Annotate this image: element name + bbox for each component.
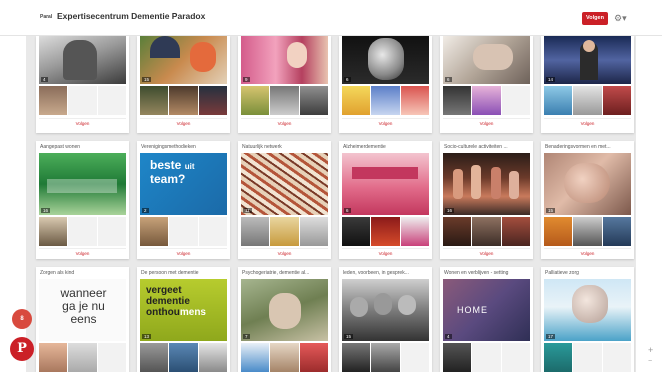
board-title[interactable]: Palliatieve zorg bbox=[545, 270, 631, 276]
board-follow-button[interactable]: Volgen bbox=[241, 248, 328, 257]
board-title[interactable]: Socio-culturele activiteiten ... bbox=[444, 144, 530, 150]
page-title[interactable]: Expertisecentrum Dementie Paradox bbox=[57, 11, 205, 21]
board-title[interactable]: De persoon met dementie bbox=[141, 270, 227, 276]
board-thumbnails[interactable] bbox=[342, 343, 429, 372]
board-card[interactable]: leden, voorbeen, in gesprek... 15 bbox=[339, 267, 432, 372]
board-follow-button[interactable]: Volgen bbox=[140, 248, 227, 257]
board-title[interactable]: leden, voorbeen, in gesprek... bbox=[343, 270, 429, 276]
board-cover-image[interactable]: 15 bbox=[342, 279, 429, 341]
cover-text: beste uit team? bbox=[150, 158, 195, 186]
board-cover-image[interactable]: 4 bbox=[39, 36, 126, 84]
board-card[interactable]: Benaderingsvormen en met... 15 Volgen bbox=[541, 141, 634, 259]
cover-text: HOME bbox=[457, 305, 488, 315]
board-thumbnails[interactable] bbox=[140, 86, 227, 115]
board-title[interactable]: Aangepast wonen bbox=[40, 144, 126, 150]
board-title[interactable]: Benaderingsvormen en met... bbox=[545, 144, 631, 150]
board-title[interactable]: Psychogeriatrie, dementie al... bbox=[242, 270, 328, 276]
board-title[interactable]: Wonen en verblijven - setting bbox=[444, 270, 530, 276]
board-thumbnails[interactable] bbox=[241, 343, 328, 372]
board-thumbnails[interactable] bbox=[544, 86, 631, 115]
board-card[interactable]: Psychogeriatrie, dementie al... 7 bbox=[238, 267, 331, 372]
board-card[interactable]: 6 Volgen bbox=[339, 36, 432, 133]
board-thumbnails[interactable] bbox=[140, 343, 227, 372]
board-follow-button[interactable]: Volgen bbox=[39, 118, 126, 127]
board-cover-image[interactable]: 9 bbox=[241, 36, 328, 84]
board-follow-button[interactable]: Volgen bbox=[140, 118, 227, 127]
board-cover-image[interactable]: 11 bbox=[241, 153, 328, 215]
board-follow-button[interactable]: Volgen bbox=[443, 248, 530, 257]
board-thumbnails[interactable] bbox=[241, 217, 328, 246]
board-cover-image[interactable]: HOME 4 bbox=[443, 279, 530, 341]
board-card[interactable]: Zorgen als kind wanneer ga je nu eens bbox=[36, 267, 129, 372]
board-thumbnails[interactable] bbox=[443, 343, 530, 372]
board-title[interactable]: Zorgen als kind bbox=[40, 270, 126, 276]
board-cover-image[interactable]: wanneer ga je nu eens bbox=[39, 279, 126, 341]
site-logo[interactable]: Paral bbox=[40, 14, 52, 20]
board-cover-image[interactable]: vergeet dementie onthoumens 13 bbox=[140, 279, 227, 341]
board-cover-image[interactable]: 16 bbox=[443, 153, 530, 215]
board-follow-button[interactable]: Volgen bbox=[544, 118, 631, 127]
board-cover-image[interactable]: 16 bbox=[39, 153, 126, 215]
board-card[interactable]: Natuurlijk netwerk 11 Volgen bbox=[238, 141, 331, 259]
board-grid: 4 Volgen 15 Volgen 9 Volgen 6 Volgen 6 V… bbox=[26, 36, 636, 372]
board-thumbnails[interactable] bbox=[443, 86, 530, 115]
board-card[interactable]: 14 Volgen bbox=[541, 36, 634, 133]
board-thumbnails[interactable] bbox=[544, 343, 631, 372]
board-thumbnails[interactable] bbox=[39, 343, 126, 372]
board-cover-image[interactable]: 15 bbox=[544, 153, 631, 215]
cover-text: wanneer ga je nu eens bbox=[60, 286, 107, 326]
gear-icon[interactable]: ⚙▾ bbox=[614, 12, 627, 25]
board-thumbnails[interactable] bbox=[140, 217, 227, 246]
board-thumbnails[interactable] bbox=[342, 86, 429, 115]
board-title[interactable]: Natuurlijk netwerk bbox=[242, 144, 328, 150]
board-title[interactable]: Alzheimerdementie bbox=[343, 144, 429, 150]
board-cover-image[interactable]: 6 bbox=[443, 36, 530, 84]
board-cover-image[interactable]: 15 bbox=[140, 36, 227, 84]
board-card[interactable]: Wonen en verblijven - setting HOME 4 bbox=[440, 267, 533, 372]
board-follow-button[interactable]: Volgen bbox=[39, 248, 126, 257]
board-cover-image[interactable]: 7 bbox=[241, 279, 328, 341]
board-title[interactable]: Verenigingsmethodieken bbox=[141, 144, 227, 150]
follow-button[interactable]: Volgen bbox=[582, 12, 608, 25]
board-follow-button[interactable]: Volgen bbox=[443, 118, 530, 127]
top-bar: Paral Expertisecentrum Dementie Paradox … bbox=[0, 0, 662, 36]
board-card[interactable]: Socio-culturele activiteiten ... 16 Volg… bbox=[440, 141, 533, 259]
board-thumbnails[interactable] bbox=[443, 217, 530, 246]
board-thumbnails[interactable] bbox=[544, 217, 631, 246]
cover-text: vergeet dementie onthoumens bbox=[146, 285, 206, 318]
board-card[interactable]: Verenigingsmethodieken beste uit team? 2… bbox=[137, 141, 230, 259]
board-card[interactable]: 9 Volgen bbox=[238, 36, 331, 133]
board-follow-button[interactable]: Volgen bbox=[241, 118, 328, 127]
board-card[interactable]: Palliatieve zorg 17 bbox=[541, 267, 634, 372]
board-thumbnails[interactable] bbox=[342, 217, 429, 246]
pinterest-icon[interactable]: P bbox=[10, 337, 34, 361]
board-card[interactable]: Aangepast wonen 16 Volgen bbox=[36, 141, 129, 259]
board-card[interactable]: 15 Volgen bbox=[137, 36, 230, 133]
board-cover-image[interactable]: beste uit team? 2 bbox=[140, 153, 227, 215]
board-follow-button[interactable]: Volgen bbox=[342, 118, 429, 127]
zoom-in-icon[interactable]: + bbox=[648, 345, 653, 355]
board-follow-button[interactable]: Volgen bbox=[544, 248, 631, 257]
board-card[interactable]: Alzheimerdementie 6 Volgen bbox=[339, 141, 432, 259]
board-cover-image[interactable]: 6 bbox=[342, 36, 429, 84]
zoom-out-icon[interactable]: − bbox=[648, 358, 652, 365]
board-thumbnails[interactable] bbox=[39, 217, 126, 246]
board-card[interactable]: 4 Volgen bbox=[36, 36, 129, 133]
board-thumbnails[interactable] bbox=[39, 86, 126, 115]
board-follow-button[interactable]: Volgen bbox=[342, 248, 429, 257]
board-card[interactable]: 6 Volgen bbox=[440, 36, 533, 133]
board-cover-image[interactable]: 14 bbox=[544, 36, 631, 84]
board-card[interactable]: De persoon met dementie vergeet dementie… bbox=[137, 267, 230, 372]
board-cover-image[interactable]: 6 bbox=[342, 153, 429, 215]
board-thumbnails[interactable] bbox=[241, 86, 328, 115]
board-cover-image[interactable]: 17 bbox=[544, 279, 631, 341]
floating-action-button[interactable]: 8 bbox=[12, 309, 32, 329]
